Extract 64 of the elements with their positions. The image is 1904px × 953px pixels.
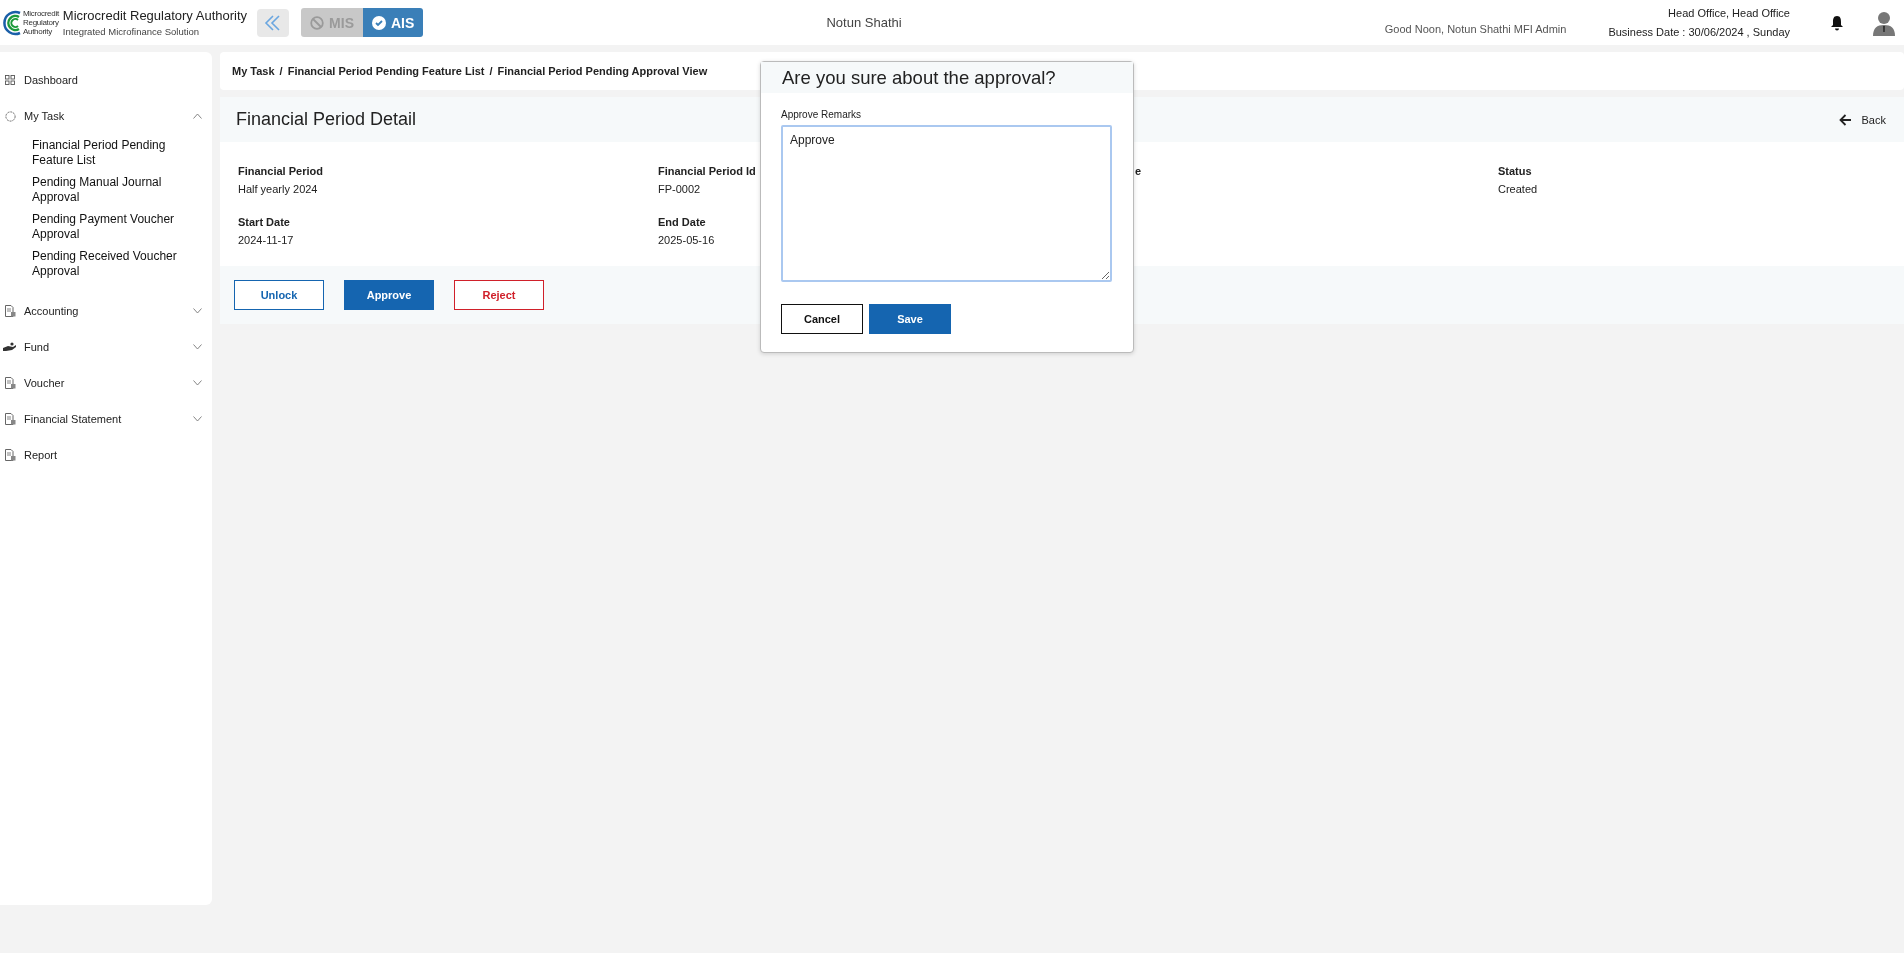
action-button[interactable]: Unlock <box>234 280 324 310</box>
section-title: Financial Period Detail <box>236 109 417 130</box>
chevron-up-icon <box>193 113 202 119</box>
remarks-field[interactable]: Approve <box>781 125 1112 282</box>
user-avatar-icon[interactable] <box>1872 9 1896 36</box>
sidebar-item[interactable]: My Task <box>0 98 212 134</box>
sidebar-subitem[interactable]: Financial Period Pending Feature List <box>32 138 182 168</box>
organization-subtitle: Integrated Microfinance Solution <box>62 26 201 37</box>
chevron-down-icon <box>193 380 202 386</box>
collapse-sidebar-button[interactable] <box>257 8 290 37</box>
sidebar-item[interactable]: Fund <box>0 329 212 365</box>
document-icon <box>4 377 16 389</box>
breadcrumb-link[interactable]: Financial Period Pending Feature List <box>287 65 485 77</box>
sidebar-item[interactable]: Dashboard <box>0 62 212 98</box>
field-value: Created <box>1498 183 1539 195</box>
dialog-title: Are you sure about the approval? <box>761 62 1133 93</box>
logo-text: Microcredit Regulatory Authority <box>23 9 59 36</box>
spinner-icon <box>4 110 16 122</box>
sidebar-subitem[interactable]: Pending Payment Voucher Approval <box>32 212 182 242</box>
grid-icon <box>5 75 15 85</box>
sidebar-item[interactable]: Accounting <box>0 293 212 329</box>
breadcrumb-link[interactable]: My Task <box>232 65 275 77</box>
field-label: Status <box>1498 165 1533 177</box>
chevron-down-icon <box>193 344 202 350</box>
dialog-button[interactable]: Save <box>869 304 951 334</box>
field-value: FP-0002 <box>658 183 702 195</box>
arrow-left-icon <box>1838 113 1852 126</box>
document-icon <box>4 449 16 461</box>
field-label: e <box>1135 165 1143 177</box>
action-button[interactable]: Reject <box>454 280 544 310</box>
sidebar-subitem[interactable]: Pending Received Voucher Approval <box>32 249 182 279</box>
dialog-button[interactable]: Cancel <box>781 304 863 334</box>
module-tab[interactable]: AIS <box>362 8 424 37</box>
office-text: Head Office, Head Office <box>1668 7 1790 19</box>
back-button[interactable]: Back <box>1838 113 1886 126</box>
field-label: Approve Remarks <box>781 109 863 120</box>
sidebar-item[interactable]: Financial Statement <box>0 401 212 437</box>
logo-icon <box>2 9 22 36</box>
greeting-text: Good Noon, Notun Shathi MFI Admin <box>1384 23 1567 35</box>
field-label: Financial Period <box>238 165 324 177</box>
prohibited-icon <box>310 15 325 30</box>
sidebar-item[interactable]: Report <box>0 437 212 473</box>
document-icon <box>4 413 16 425</box>
check-circle-icon <box>371 15 386 30</box>
chevron-down-icon <box>193 416 202 422</box>
field-label: Financial Period Id <box>658 165 757 177</box>
field-value: Half yearly 2024 <box>238 183 319 195</box>
action-button[interactable]: Approve <box>344 280 434 310</box>
field-label: End Date <box>658 216 707 228</box>
notification-bell-icon[interactable] <box>1830 14 1844 31</box>
field-value: 2024-11-17 <box>238 234 295 246</box>
sidebar-item[interactable]: Voucher <box>0 365 212 401</box>
business-date: Business Date : 30/06/2024 , Sunday <box>1608 26 1790 38</box>
document-icon <box>4 305 16 317</box>
hand-coin-icon <box>3 342 17 352</box>
organization-name: Microcredit Regulatory Authority <box>62 8 248 23</box>
sidebar-subitem[interactable]: Pending Manual Journal Approval <box>32 175 182 205</box>
breadcrumb-separator: / <box>489 65 493 77</box>
field-label: Start Date <box>238 216 291 228</box>
chevron-down-icon <box>193 308 202 314</box>
organization-title: Notun Shathi <box>825 15 903 30</box>
field-value: 2025-05-16 <box>658 234 716 246</box>
double-chevron-left-icon <box>264 14 283 31</box>
breadcrumb-separator: / <box>279 65 283 77</box>
